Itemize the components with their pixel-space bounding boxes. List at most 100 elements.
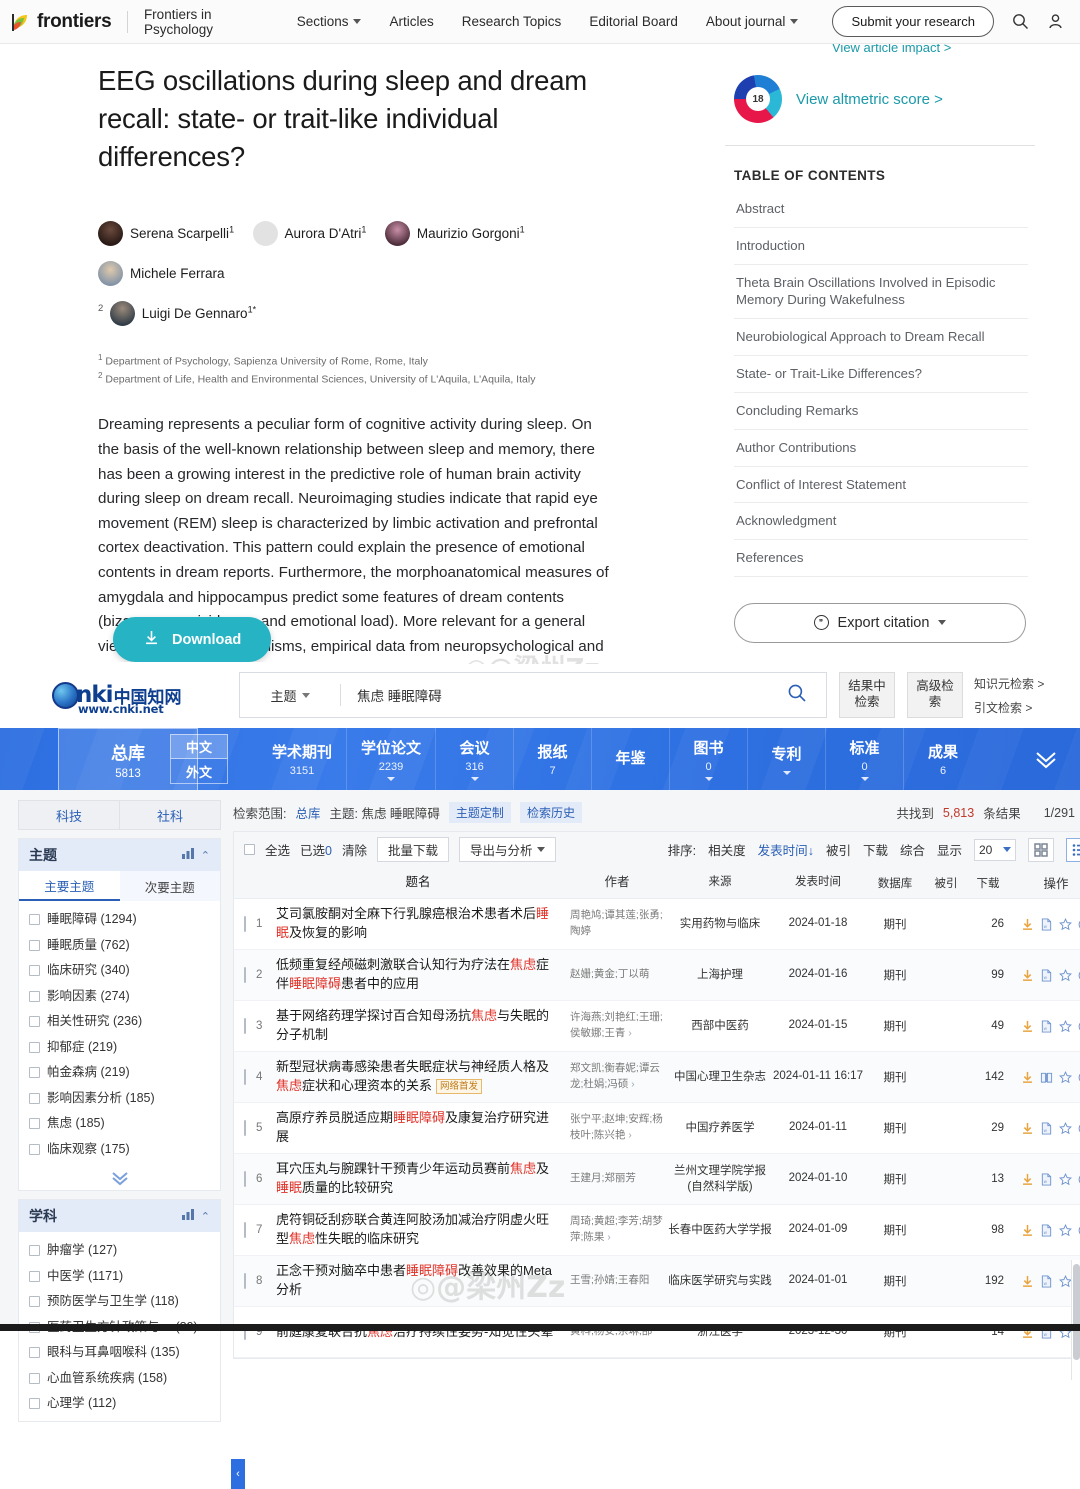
checkbox[interactable] — [244, 1273, 246, 1289]
select-all-checkbox[interactable] — [244, 844, 255, 855]
fulltext-icon[interactable]: w — [1040, 1172, 1053, 1186]
table-row[interactable]: 4 新型冠状病毒感染患者失眠症状与神经质人格及焦虑症状和心理资本的关系 网络首发 郑文… — [234, 1052, 1080, 1103]
topic-customization-button[interactable]: 主题定制 — [448, 802, 511, 823]
row-source[interactable]: 上海护理 — [668, 967, 772, 983]
row-source[interactable]: 长春中医药大学学报 — [668, 1222, 772, 1238]
table-row[interactable]: 8 正念干预对脑卒中患者睡眠障碍改善效果的Meta分析 王雪;孙婧;王春阳 临床医学研… — [234, 1256, 1080, 1307]
db-tab-journals[interactable]: 学术期刊 3151 — [258, 728, 348, 790]
checkbox[interactable] — [244, 916, 246, 932]
download-icon[interactable] — [1021, 1122, 1034, 1135]
toc-item-references[interactable]: References — [734, 540, 1028, 577]
sort-comprehensive[interactable]: 综合 — [900, 840, 925, 859]
search-icon[interactable] — [1012, 13, 1029, 30]
search-input[interactable] — [341, 687, 768, 703]
checkbox[interactable] — [29, 990, 40, 1002]
row-title[interactable]: 新型冠状病毒感染患者失眠症状与神经质人格及焦虑症状和心理资本的关系 网络首发 — [270, 1052, 570, 1102]
row-title[interactable]: 耳穴压丸与腕踝针干预青少年运动员赛前焦虑及睡眠质量的比较研究 — [270, 1154, 570, 1204]
subtab-primary-topic[interactable]: 主要主题 — [19, 871, 120, 901]
checkbox[interactable] — [29, 1118, 40, 1130]
row-authors[interactable]: 王雪;孙婧;王春阳 — [570, 1273, 668, 1289]
author-item[interactable]: Michele Ferrara — [98, 257, 225, 291]
book-icon[interactable] — [1040, 1071, 1053, 1084]
author-item[interactable]: Aurora D'Atri1 — [252, 217, 366, 251]
article-impact-link[interactable]: View article impact > — [720, 44, 1040, 55]
nav-item-sections[interactable]: Sections — [297, 14, 362, 29]
row-source[interactable]: 中国心理卫生杂志 — [668, 1069, 772, 1085]
db-tab-yearbook[interactable]: 年鉴 — [592, 728, 671, 790]
fulltext-icon[interactable]: w — [1040, 1121, 1053, 1135]
checkbox[interactable] — [29, 1398, 40, 1410]
favorite-icon[interactable] — [1059, 1223, 1072, 1237]
row-checkbox-cell[interactable] — [234, 1273, 256, 1289]
checkbox[interactable] — [29, 914, 40, 926]
list-view-icon[interactable] — [1066, 837, 1080, 862]
checkbox[interactable] — [244, 1222, 246, 1238]
chevron-up-icon[interactable]: ⌃ — [201, 1210, 210, 1223]
toc-item-neurobiological-approach[interactable]: Neurobiological Approach to Dream Recall — [734, 319, 1028, 357]
author-item[interactable]: Serena Scarpelli1 — [98, 217, 234, 251]
search-history-button[interactable]: 检索历史 — [519, 802, 582, 823]
altmetric-link[interactable]: View altmetric score > — [796, 91, 943, 108]
nav-item-editorial-board[interactable]: Editorial Board — [589, 14, 678, 29]
author-item[interactable]: Maurizio Gorgoni1 — [384, 217, 525, 251]
facet-item[interactable]: 抑郁症 (219) — [19, 1035, 220, 1061]
search-submit-button[interactable] — [768, 683, 826, 708]
nav-item-research-topics[interactable]: Research Topics — [462, 14, 562, 29]
favorite-icon[interactable] — [1059, 1070, 1072, 1084]
checkbox[interactable] — [29, 1372, 40, 1384]
row-title[interactable]: 高原疗养员脱适应期睡眠障碍及康复治疗研究进展 — [270, 1103, 570, 1153]
row-authors[interactable]: 周艳鸠;谭其莲;张勇;陶婷 — [570, 908, 668, 940]
checkbox[interactable] — [244, 1018, 246, 1034]
row-authors[interactable]: 张宁平;赵坤;安辉;杨枝叶;陈兴艳 › — [570, 1112, 668, 1144]
submit-research-button[interactable]: Submit your research — [832, 6, 994, 37]
result-scope-db[interactable]: 总库 — [295, 803, 320, 822]
bar-chart-icon[interactable] — [181, 848, 195, 862]
citation-search-link[interactable]: 引文检索 > — [974, 699, 1044, 716]
checkbox[interactable] — [29, 965, 40, 977]
toc-item-abstract[interactable]: Abstract — [734, 191, 1028, 228]
sort-relevance[interactable]: 相关度 — [708, 840, 746, 859]
facet-item[interactable]: 心血管系统疾病 (158) — [19, 1366, 220, 1392]
bar-chart-icon[interactable] — [181, 1209, 195, 1223]
chevron-right-icon[interactable]: › — [628, 1028, 631, 1039]
row-checkbox-cell[interactable] — [234, 1171, 256, 1187]
toc-item-theta-brain-oscillations[interactable]: Theta Brain Oscillations Involved in Epi… — [734, 265, 1028, 320]
cnki-logo[interactable]: nki 中国知网 www.cnki.net — [52, 673, 197, 717]
download-icon[interactable] — [1021, 1071, 1034, 1084]
facet-item[interactable]: 肿瘤学 (127) — [19, 1238, 220, 1264]
facet-item[interactable]: 心理学 (112) — [19, 1391, 220, 1417]
checkbox[interactable] — [244, 1171, 246, 1187]
table-row[interactable]: 6 耳穴压丸与腕踝针干预青少年运动员赛前焦虑及睡眠质量的比较研究 王建月;郑丽芳 兰州… — [234, 1154, 1080, 1205]
facet-item[interactable]: 影响因素 (274) — [19, 984, 220, 1010]
search-within-results-button[interactable]: 结果中检索 — [839, 672, 895, 718]
facet-item[interactable]: 临床观察 (175) — [19, 1137, 220, 1163]
db-tab-conference[interactable]: 会议 316 — [436, 728, 515, 790]
chevron-right-icon[interactable]: › — [628, 1130, 631, 1141]
facet-tab-social[interactable]: 社科 — [120, 800, 221, 830]
download-icon[interactable] — [1021, 969, 1034, 982]
fulltext-icon[interactable]: w — [1040, 968, 1053, 982]
sort-publish-date[interactable]: 发表时间↓ — [758, 840, 814, 859]
row-source[interactable]: 实用药物与临床 — [668, 916, 772, 932]
advanced-search-button[interactable]: 高级检索 — [907, 672, 963, 718]
select-all-label[interactable]: 全选 — [265, 840, 290, 859]
row-authors[interactable]: 赵姗;黄金;丁以萌 — [570, 967, 668, 983]
download-icon[interactable] — [1021, 1020, 1034, 1033]
page-size-select[interactable]: 20 — [974, 838, 1016, 861]
row-authors[interactable]: 郑文凯;衡春妮;谭云龙;杜娟;冯硕 › — [570, 1061, 668, 1093]
facet-item[interactable]: 睡眠质量 (762) — [19, 933, 220, 959]
facet-tab-science[interactable]: 科技 — [18, 800, 120, 830]
row-title[interactable]: 低频重复经颅磁刺激联合认知行为疗法在焦虑症伴睡眠障碍患者中的应用 — [270, 950, 570, 1000]
altmetric-row[interactable]: 18 View altmetric score > — [720, 75, 1040, 123]
scrollbar[interactable] — [1071, 1260, 1080, 1380]
download-button[interactable]: Download — [113, 617, 272, 662]
scrollbar-thumb[interactable] — [1073, 1264, 1080, 1360]
facet-item[interactable]: 影响因素分析 (185) — [19, 1086, 220, 1112]
lang-option-chinese[interactable]: 中文 — [170, 734, 228, 759]
row-checkbox-cell[interactable] — [234, 967, 256, 983]
row-source[interactable]: 中国疗养医学 — [668, 1120, 772, 1136]
row-title[interactable]: 基于网络药理学探讨百合知母汤抗焦虑与失眠的分子机制 — [270, 1001, 570, 1051]
sort-downloads[interactable]: 下载 — [863, 840, 888, 859]
favorite-icon[interactable] — [1059, 1172, 1072, 1186]
chevron-right-icon[interactable]: › — [607, 1232, 610, 1243]
